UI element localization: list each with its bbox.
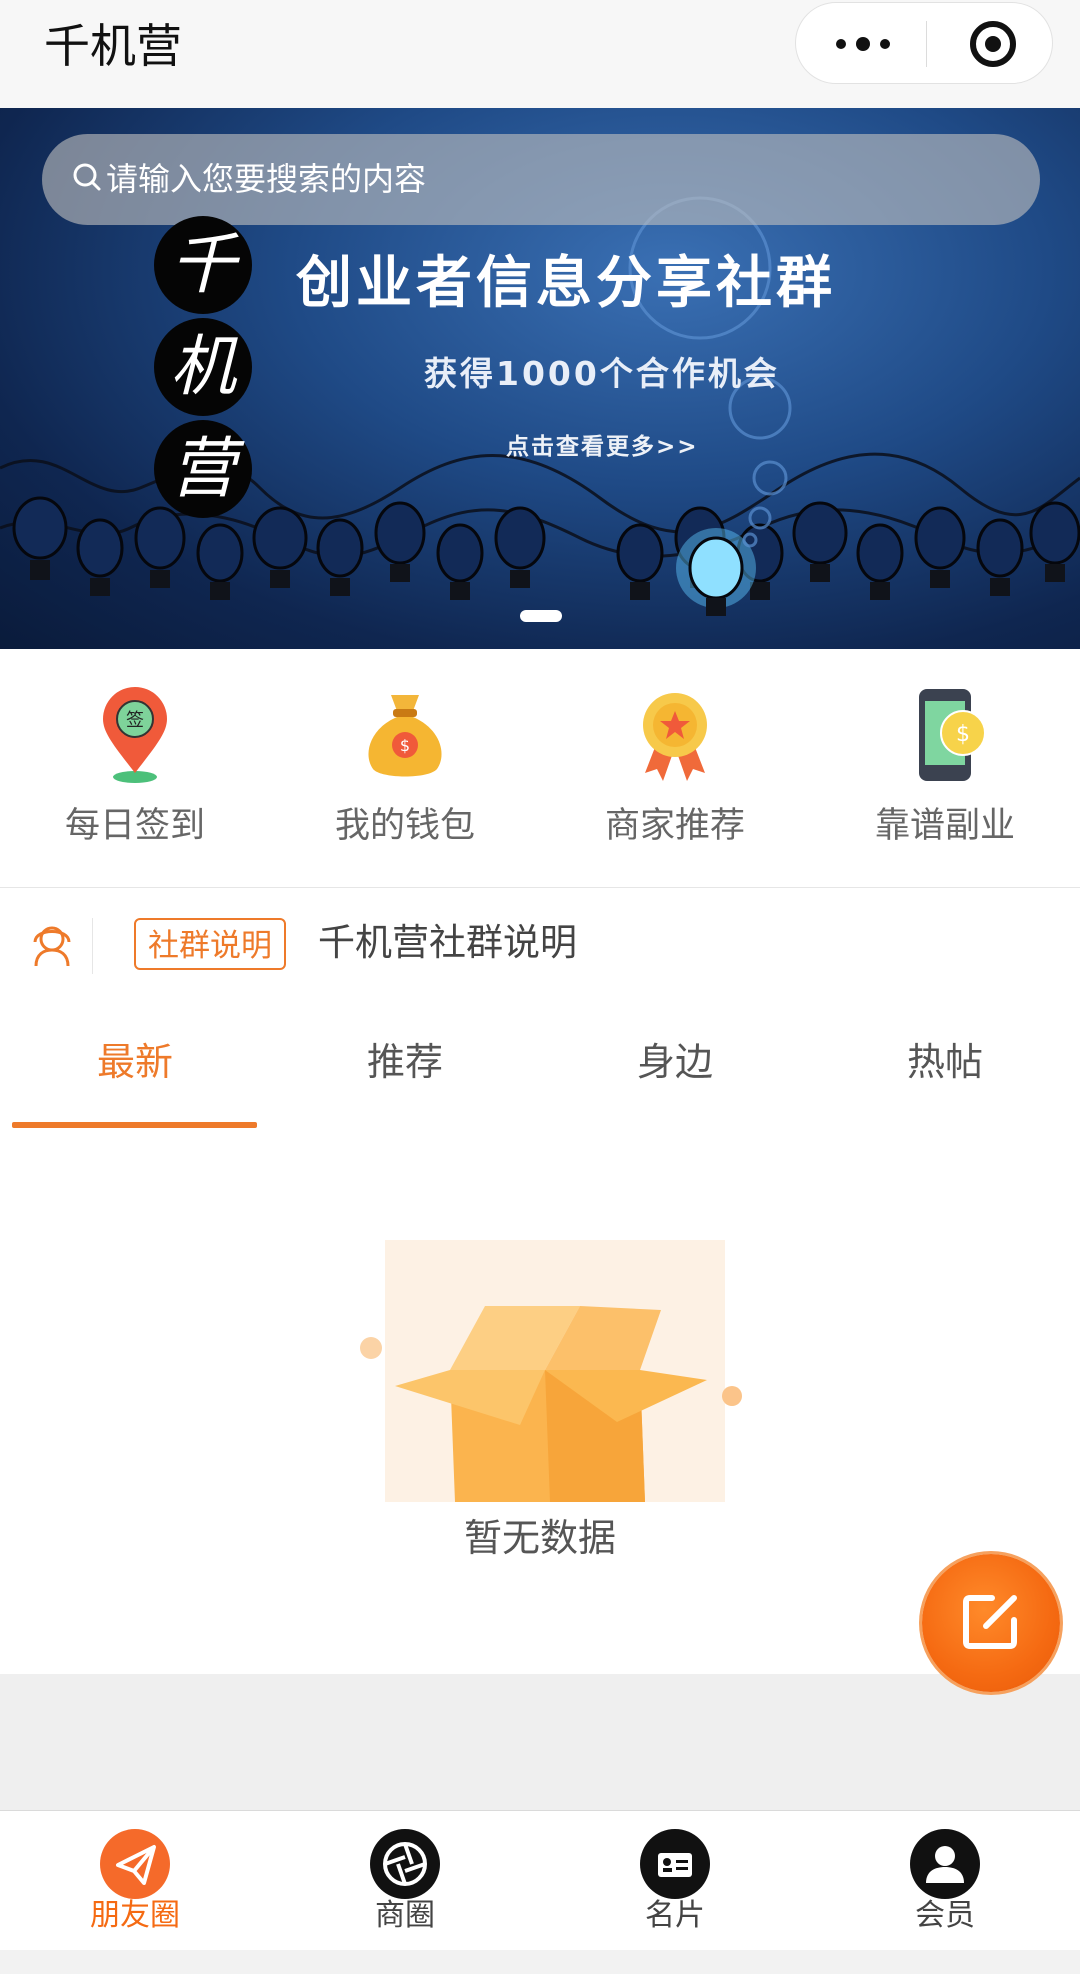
banner-logo-char-1: 千 bbox=[154, 216, 252, 314]
svg-text:$: $ bbox=[956, 722, 970, 747]
money-bag-icon: $ bbox=[368, 695, 442, 777]
page-title: 千机营 bbox=[44, 19, 182, 73]
banner-logo-char-3: 营 bbox=[154, 420, 252, 518]
banner-subline: 获得1000个合作机会 bbox=[424, 354, 780, 393]
capsule-divider bbox=[926, 21, 927, 67]
user-icon bbox=[910, 1829, 980, 1899]
search-icon bbox=[73, 163, 101, 191]
svg-text:$: $ bbox=[400, 736, 410, 755]
award-ribbon-icon bbox=[643, 693, 707, 781]
quick-entry-grid: 签 每日签到 $ 我的钱包 商家推荐 $ 靠谱副业 bbox=[0, 649, 1080, 887]
tabbar-label: 名片 bbox=[645, 1898, 705, 1933]
banner-carousel[interactable]: 请输入您要搜索的内容 千 机 营 创业者信息分享社群 获得1000个合作机会 点… bbox=[0, 108, 1080, 649]
banner-more-link[interactable]: 点击查看更多>> bbox=[506, 430, 699, 464]
tabbar-item-business[interactable]: 商圈 bbox=[270, 1811, 540, 1951]
community-notice-bar[interactable]: 社群说明 千机营社群说明 bbox=[0, 888, 1080, 1000]
top-nav-bar: 千机营 bbox=[0, 0, 1080, 108]
aperture-icon bbox=[370, 1829, 440, 1899]
compose-post-button[interactable] bbox=[922, 1554, 1060, 1692]
business-card-icon bbox=[640, 1829, 710, 1899]
svg-text:签: 签 bbox=[126, 710, 144, 731]
tabbar-label: 商圈 bbox=[375, 1898, 435, 1933]
tabbar-label: 会员 bbox=[915, 1898, 975, 1933]
notice-badge: 社群说明 bbox=[134, 918, 286, 970]
empty-box-illustration bbox=[360, 1240, 742, 1502]
carousel-indicator-dot[interactable] bbox=[520, 610, 562, 622]
mini-program-capsule bbox=[795, 2, 1053, 84]
tab-hot[interactable]: 热帖 bbox=[810, 1000, 1080, 1130]
feed-content: 暂无数据 bbox=[0, 1128, 1080, 1674]
tabbar-label: 朋友圈 bbox=[90, 1898, 180, 1933]
banner-logo-char-2: 机 bbox=[154, 318, 252, 416]
quick-entry-label: 商家推荐 bbox=[604, 806, 745, 846]
empty-state-text: 暂无数据 bbox=[463, 1516, 616, 1560]
tab-latest[interactable]: 最新 bbox=[0, 1000, 270, 1130]
support-agent-icon bbox=[33, 926, 71, 967]
tab-nearby[interactable]: 身边 bbox=[540, 1000, 810, 1130]
quick-entry-wallet[interactable]: $ 我的钱包 bbox=[270, 649, 540, 887]
feed-tabs: 最新 推荐 身边 热帖 bbox=[0, 1000, 1080, 1130]
notice-text[interactable]: 千机营社群说明 bbox=[318, 916, 577, 970]
banner-headline: 创业者信息分享社群 bbox=[296, 251, 836, 316]
search-bar[interactable]: 请输入您要搜索的内容 bbox=[42, 134, 1040, 225]
paper-plane-icon bbox=[100, 1829, 170, 1899]
quick-entry-label: 我的钱包 bbox=[334, 806, 475, 846]
home-indicator-area bbox=[0, 1950, 1080, 1974]
close-target-icon[interactable] bbox=[970, 21, 1016, 67]
map-pin-sign-icon: 签 bbox=[103, 687, 167, 783]
more-menu-icon[interactable] bbox=[836, 31, 892, 55]
quick-entry-checkin[interactable]: 签 每日签到 bbox=[0, 649, 270, 887]
tab-recommend[interactable]: 推荐 bbox=[270, 1000, 540, 1130]
tabbar-item-member[interactable]: 会员 bbox=[810, 1811, 1080, 1951]
edit-icon bbox=[963, 1595, 1017, 1649]
quick-entry-label: 每日签到 bbox=[64, 806, 205, 846]
notice-divider bbox=[92, 918, 93, 974]
phone-coin-icon: $ bbox=[919, 689, 986, 781]
quick-entry-label: 靠谱副业 bbox=[874, 806, 1015, 846]
quick-entry-merchant[interactable]: 商家推荐 bbox=[540, 649, 810, 887]
bottom-tab-bar: 朋友圈 商圈 名片 会员 bbox=[0, 1810, 1080, 1951]
quick-entry-sidejob[interactable]: $ 靠谱副业 bbox=[810, 649, 1080, 887]
search-placeholder: 请输入您要搜索的内容 bbox=[106, 160, 427, 198]
tabbar-item-moments[interactable]: 朋友圈 bbox=[0, 1811, 270, 1951]
tabbar-item-card[interactable]: 名片 bbox=[540, 1811, 810, 1951]
